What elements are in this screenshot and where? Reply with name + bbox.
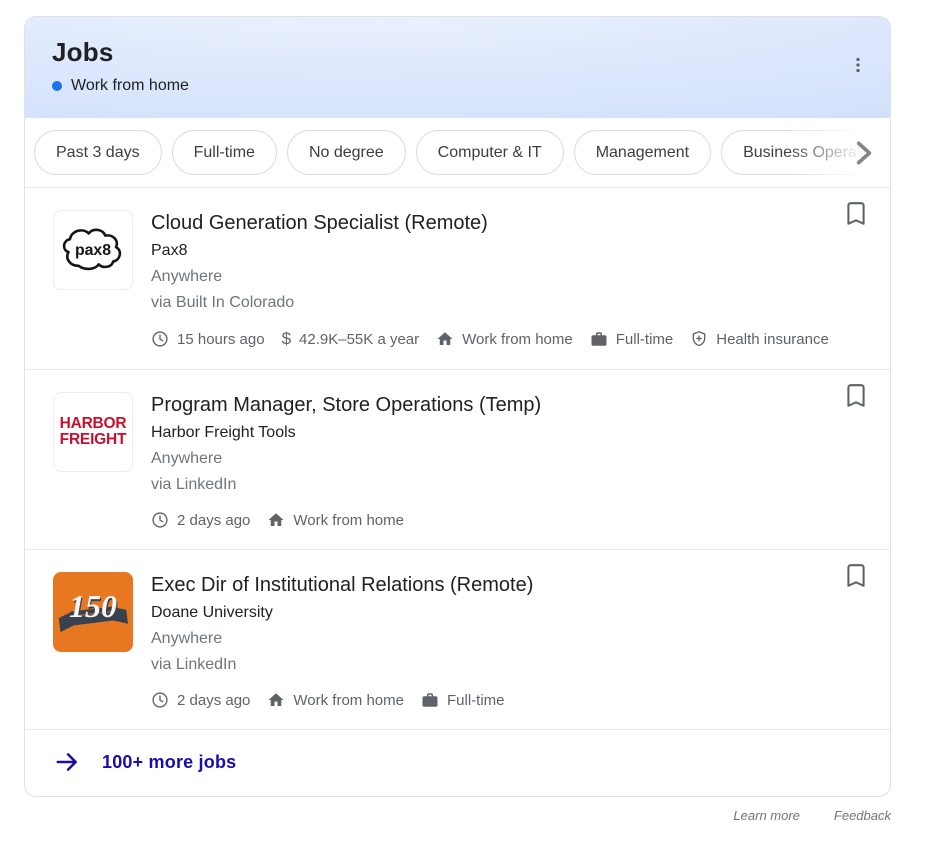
meta-label: Work from home (293, 512, 404, 529)
job-details: Exec Dir of Institutional Relations (Rem… (151, 572, 870, 709)
arrow-right-icon (54, 749, 80, 775)
clock-icon (151, 691, 169, 709)
active-filter: Work from home (52, 77, 866, 95)
more-jobs-label: 100+ more jobs (102, 752, 236, 773)
pax8-cloud-logo-icon: pax8 (57, 223, 129, 277)
meta-work-from-home: Work from home (436, 330, 573, 348)
meta-label: Full-time (447, 692, 505, 709)
save-job-button[interactable] (843, 381, 869, 411)
chip-label: Past 3 days (56, 144, 140, 162)
shield-plus-icon (690, 330, 708, 348)
jobs-header: Jobs Work from home (25, 17, 890, 118)
svg-text:pax8: pax8 (75, 242, 111, 259)
meta-label: 2 days ago (177, 692, 250, 709)
meta-salary: $ 42.9K–55K a year (282, 329, 420, 349)
job-listing[interactable]: pax8 Cloud Generation Specialist (Remote… (25, 188, 890, 370)
feedback-link[interactable]: Feedback (834, 808, 891, 823)
job-details: Program Manager, Store Operations (Temp)… (151, 392, 870, 529)
company-logo-harbor-freight: HARBOR FREIGHT (53, 392, 133, 472)
job-company: Harbor Freight Tools (151, 420, 870, 446)
chip-past-3-days[interactable]: Past 3 days (34, 130, 162, 175)
job-company: Pax8 (151, 238, 870, 264)
meta-label: Work from home (293, 692, 404, 709)
job-company: Doane University (151, 600, 870, 626)
meta-work-from-home: Work from home (267, 511, 404, 529)
job-meta-row: 2 days ago Work from home (151, 511, 870, 529)
meta-label: 42.9K–55K a year (299, 331, 419, 348)
bookmark-icon (843, 199, 869, 229)
job-title[interactable]: Program Manager, Store Operations (Temp) (151, 392, 870, 419)
chip-no-degree[interactable]: No degree (287, 130, 406, 175)
chevron-right-icon (850, 138, 876, 168)
clock-icon (151, 511, 169, 529)
home-icon (436, 330, 454, 348)
blue-dot-icon (52, 81, 62, 91)
job-meta-row: 2 days ago Work from home Full-time (151, 691, 870, 709)
dollar-icon: $ (282, 329, 291, 349)
job-title[interactable]: Cloud Generation Specialist (Remote) (151, 210, 870, 237)
meta-label: 15 hours ago (177, 331, 265, 348)
briefcase-icon (421, 691, 439, 709)
meta-benefits: Health insurance (690, 330, 829, 348)
jobs-card: Jobs Work from home Past 3 days Full-tim… (24, 16, 891, 797)
job-listing[interactable]: HARBOR FREIGHT Program Manager, Store Op… (25, 370, 890, 550)
chip-management[interactable]: Management (574, 130, 711, 175)
more-jobs-link[interactable]: 100+ more jobs (25, 730, 890, 796)
job-location: Anywhere (151, 264, 870, 290)
chip-label: Computer & IT (438, 144, 542, 162)
meta-posted-time: 2 days ago (151, 691, 250, 709)
page-title: Jobs (52, 37, 866, 68)
job-source: via LinkedIn (151, 652, 870, 678)
chip-label: Full-time (194, 144, 255, 162)
company-logo-pax8: pax8 (53, 210, 133, 290)
meta-posted-time: 2 days ago (151, 511, 250, 529)
chip-full-time[interactable]: Full-time (172, 130, 277, 175)
meta-label: Health insurance (716, 331, 829, 348)
more-options-button[interactable] (848, 55, 868, 75)
job-location: Anywhere (151, 446, 870, 472)
learn-more-link[interactable]: Learn more (733, 808, 799, 823)
job-location: Anywhere (151, 626, 870, 652)
filter-chips-row: Past 3 days Full-time No degree Computer… (25, 118, 890, 188)
active-filter-label: Work from home (71, 77, 189, 95)
bookmark-icon (843, 381, 869, 411)
job-meta-row: 15 hours ago $ 42.9K–55K a year Work fro… (151, 329, 870, 349)
meta-work-from-home: Work from home (267, 691, 404, 709)
meta-posted-time: 15 hours ago (151, 330, 265, 348)
meta-label: Work from home (462, 331, 573, 348)
chip-label: No degree (309, 144, 384, 162)
clock-icon (151, 330, 169, 348)
card-footer-links: Learn more Feedback (24, 808, 891, 823)
meta-label: Full-time (616, 331, 674, 348)
job-details: Cloud Generation Specialist (Remote) Pax… (151, 210, 870, 349)
meta-employment-type: Full-time (421, 691, 505, 709)
bookmark-icon (843, 561, 869, 591)
job-title[interactable]: Exec Dir of Institutional Relations (Rem… (151, 572, 870, 599)
save-job-button[interactable] (843, 561, 869, 591)
job-listing[interactable]: 150 Exec Dir of Institutional Relations … (25, 550, 890, 730)
company-logo-doane: 150 (53, 572, 133, 652)
job-source: via Built In Colorado (151, 290, 870, 316)
meta-employment-type: Full-time (590, 330, 674, 348)
chips-scroll-right-button[interactable] (850, 138, 876, 168)
job-source: via LinkedIn (151, 472, 870, 498)
chip-label: Management (596, 144, 689, 162)
meta-label: 2 days ago (177, 512, 250, 529)
briefcase-icon (590, 330, 608, 348)
save-job-button[interactable] (843, 199, 869, 229)
chip-computer-it[interactable]: Computer & IT (416, 130, 564, 175)
doane-150-logo-text: 150 (53, 588, 133, 625)
kebab-menu-icon (848, 55, 868, 75)
home-icon (267, 691, 285, 709)
home-icon (267, 511, 285, 529)
harbor-freight-logo-icon: HARBOR FREIGHT (60, 416, 127, 448)
